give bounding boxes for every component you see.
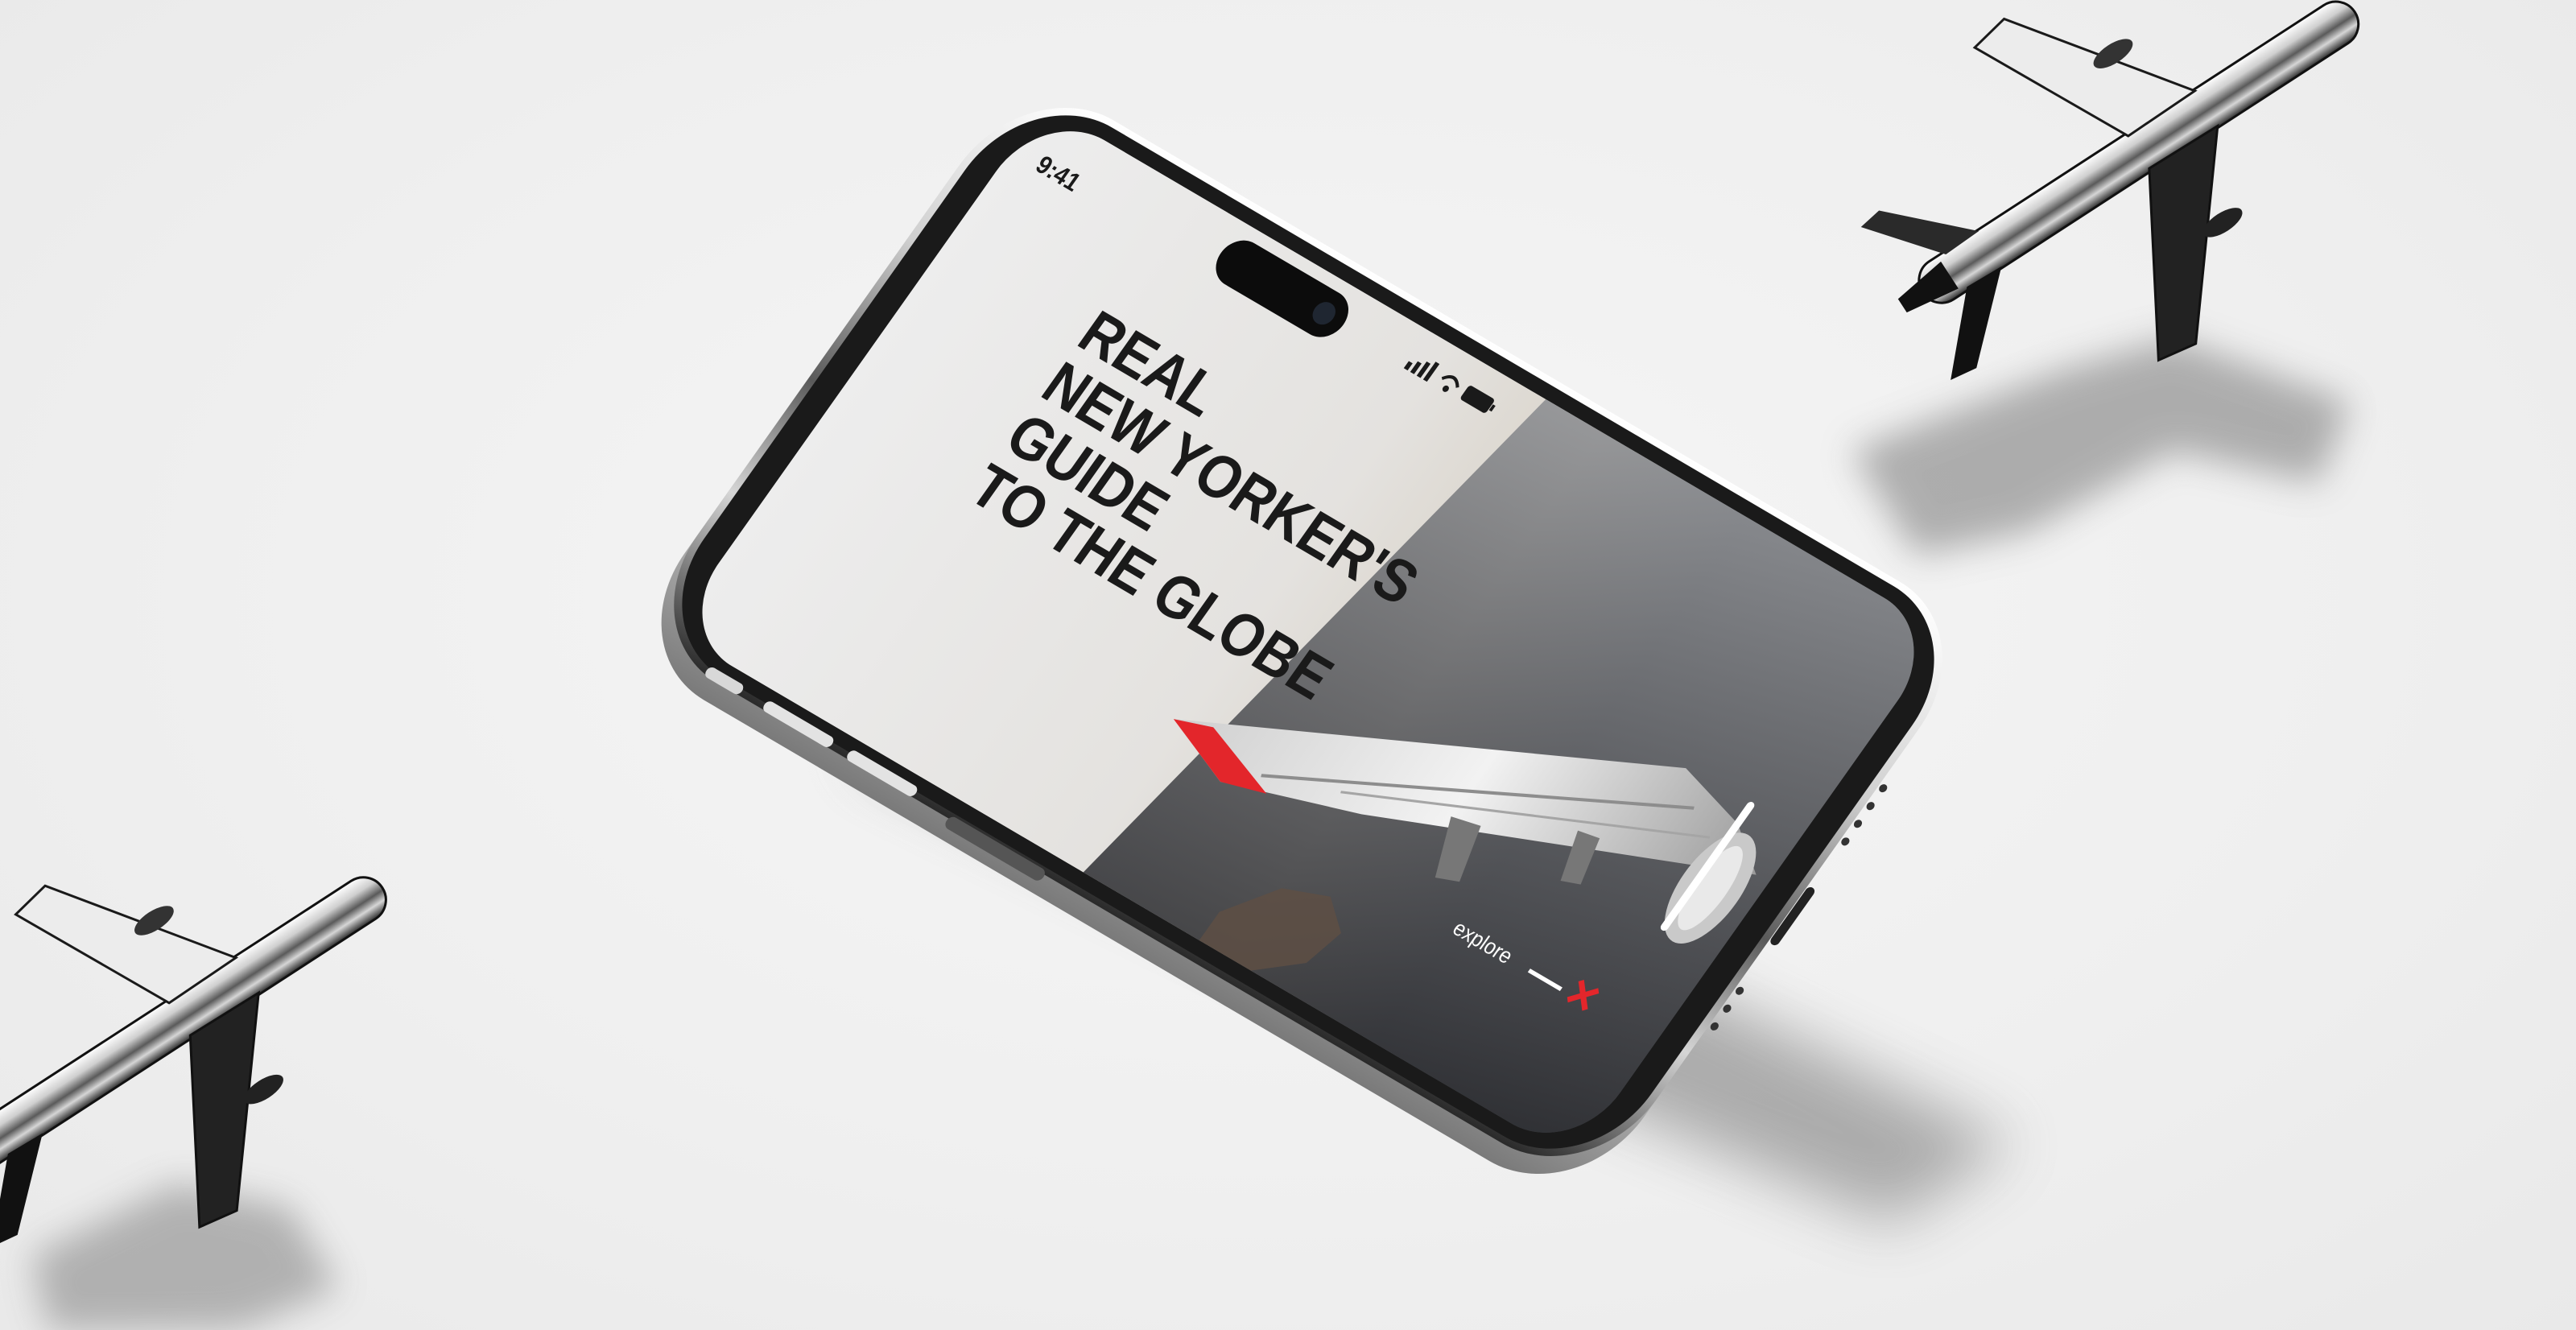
plane-shadow-top-right [1852, 338, 2351, 556]
phone-screen: 9:41 REAL NEW YORKER'S GUIDE TO THE GLOB… [671, 104, 1946, 1160]
mockup-canvas: 9:41 REAL NEW YORKER'S GUIDE TO THE GLOB… [0, 0, 2360, 1330]
plane-shadow-bottom-left [32, 1183, 338, 1330]
product-mockup-scene: 9:41 REAL NEW YORKER'S GUIDE TO THE GLOB… [0, 0, 2576, 1330]
